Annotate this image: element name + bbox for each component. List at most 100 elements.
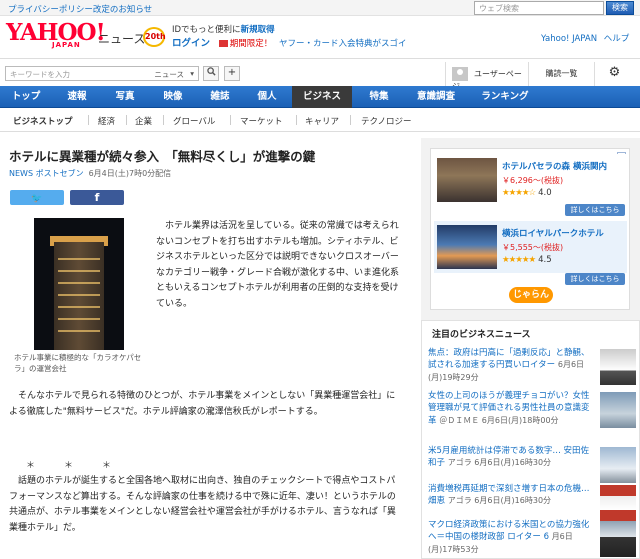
- nav-feature[interactable]: 特集: [357, 86, 401, 108]
- nav-survey[interactable]: 意識調査: [406, 86, 466, 108]
- toolbar: キーワードを入力 ニュース + ユーザーページ 購読一覧 ⚙: [0, 58, 640, 91]
- news-meta: ＠ＤＩＭＥ 6月6日(月)18時00分: [439, 415, 559, 425]
- subnav-career[interactable]: キャリア: [305, 115, 339, 127]
- news-item[interactable]: マクロ経済政策における米国との協力強化へ＝中国の楼財政部 ロイター 6 月6日(…: [428, 519, 638, 559]
- window-light: [58, 318, 100, 320]
- photo-caption: ホテル事業に積極的な「カラオケパセラ」の運営会社: [14, 353, 142, 373]
- user-page-link[interactable]: ユーザーページ: [445, 62, 528, 91]
- ad-hotel-card[interactable]: 横浜ロイヤルパークホテル ￥5,555〜(税抜) ★★★★★ 4.5: [434, 221, 627, 273]
- news-item[interactable]: 女性の上司のほうが義理チョコがい？女性管理職が見て評価される男性社員の意識変革 …: [428, 390, 638, 430]
- news-heading: 注目のビジネスニュース: [432, 330, 531, 340]
- service-name[interactable]: ニュース: [98, 30, 145, 47]
- divider: [350, 115, 351, 125]
- jalan-logo[interactable]: じゃらん: [509, 287, 553, 303]
- article-source[interactable]: NEWS ポストセブン: [9, 169, 84, 178]
- gear-icon[interactable]: ⚙: [594, 62, 634, 86]
- subnav-companies[interactable]: 企業: [135, 115, 152, 127]
- divider: [88, 115, 89, 125]
- news-thumbnail[interactable]: [600, 447, 636, 483]
- article-meta: NEWS ポストセブン 6月4日(土)7時0分配信: [9, 168, 171, 179]
- subnav-business-top[interactable]: ビジネストップ: [13, 115, 73, 127]
- twitter-icon: 🐦: [31, 194, 43, 204]
- details-button[interactable]: 詳しくはこちら: [565, 204, 625, 216]
- category-select[interactable]: ニュース: [154, 69, 193, 80]
- window-light: [58, 330, 100, 332]
- header-links: Yahoo! JAPAN ヘルプ: [537, 32, 629, 44]
- ad-hotel-card[interactable]: ホテルパセラの森 横浜関内 ￥6,296〜(税抜) ★★★★☆ 4.0: [434, 154, 627, 206]
- hotel-ad[interactable]: i ホテルパセラの森 横浜関内 ￥6,296〜(税抜) ★★★★☆4.0 詳しく…: [430, 148, 630, 310]
- subnav-global[interactable]: グローバル: [173, 115, 215, 127]
- divider: [163, 115, 164, 125]
- divider: [296, 115, 297, 125]
- yahoo-logo[interactable]: YAHOO! JAPAN: [6, 21, 106, 49]
- add-icon[interactable]: +: [224, 66, 240, 81]
- hotel-name[interactable]: ホテルパセラの森 横浜関内: [502, 160, 607, 172]
- news-thumbnail[interactable]: [600, 392, 636, 428]
- notice-link[interactable]: プライバシーポリシー改定のお知らせ: [8, 3, 152, 15]
- article-paragraph: 話題のホテルが誕生すると全国各地へ取材に出向き、独自のチェックシートで得点やコス…: [9, 476, 396, 533]
- article-date: 6月4日(土)7時0分配信: [88, 169, 172, 178]
- limited-link[interactable]: 期間限定！: [230, 39, 273, 49]
- divider: [126, 115, 127, 125]
- hotel-name[interactable]: 横浜ロイヤルパークホテル: [502, 227, 604, 239]
- nav-top[interactable]: トップ: [4, 86, 48, 108]
- nav-personal[interactable]: 個人: [246, 86, 288, 108]
- subnav-economy[interactable]: 経済: [98, 115, 115, 127]
- subscription-link[interactable]: 購読一覧: [528, 62, 594, 86]
- nav-photo[interactable]: 写真: [104, 86, 146, 108]
- article-paragraph: そんなホテルで見られる特徴のひとつが、ホテル事業をメインとしない「異業種運営会社…: [9, 391, 396, 417]
- article-title: ホテルに異業種が続々参入 「無料尽くし」が進撃の鍵: [9, 149, 316, 164]
- article-lead: ホテル業界は活況を呈している。従来の常識では考えられないコンセプトを打ち出すホテ…: [156, 221, 400, 309]
- yahoo-japan-link[interactable]: Yahoo! JAPAN: [541, 34, 597, 44]
- nav-breaking[interactable]: 速報: [56, 86, 98, 108]
- avatar-icon: [452, 67, 468, 81]
- help-link[interactable]: ヘルプ: [604, 34, 630, 44]
- card-icon: [218, 40, 228, 47]
- logo-sub: JAPAN: [52, 41, 81, 49]
- keyword-placeholder: キーワードを入力: [10, 70, 70, 79]
- twitter-share-button[interactable]: 🐦: [10, 190, 64, 205]
- star-rating-icon: ★★★★☆: [502, 188, 536, 198]
- facebook-share-button[interactable]: f: [70, 190, 124, 205]
- anniversary-badge: 20th: [143, 27, 166, 47]
- subnav-market[interactable]: マーケット: [240, 115, 283, 127]
- news-thumbnail[interactable]: [600, 485, 636, 521]
- section-separator: ＊ ＊ ＊: [26, 461, 122, 471]
- web-search-button[interactable]: 検索: [606, 1, 634, 15]
- hotel-rating: ★★★★★ 4.5: [502, 255, 552, 265]
- window-light: [58, 258, 100, 260]
- nav-video[interactable]: 映像: [152, 86, 194, 108]
- nav-magazine[interactable]: 雑誌: [199, 86, 241, 108]
- news-thumbnail[interactable]: [600, 349, 636, 385]
- subnav-technology[interactable]: テクノロジー: [361, 115, 412, 127]
- news-item[interactable]: 焦点：政府は円高に「過剰反応」と静観、試される加速する円買いロイター 6月6日(…: [428, 347, 638, 387]
- nav-business[interactable]: ビジネス: [292, 86, 352, 108]
- window-light: [58, 306, 100, 308]
- sub-nav: ビジネストップ 経済 企業 グローバル マーケット キャリア テクノロジー: [0, 110, 640, 132]
- nav-ranking[interactable]: ランキング: [472, 86, 538, 108]
- hotel-price: ￥5,555〜(税抜): [502, 243, 564, 252]
- search-icon[interactable]: [203, 66, 219, 81]
- login-area: IDでもっと便利に新規取得 ログイン 期間限定！ ヤフー・カード入会特典がスゴイ: [172, 24, 406, 51]
- window-light: [58, 294, 100, 296]
- web-search-input[interactable]: ウェブ検索: [474, 1, 604, 15]
- login-link[interactable]: ログイン: [172, 38, 210, 49]
- card-promo-link[interactable]: ヤフー・カード入会特典がスゴイ: [279, 39, 407, 49]
- news-thumbnail[interactable]: [600, 521, 636, 557]
- news-item[interactable]: 米5月雇用統計は停滞である数字… 安田佐和子 アゴラ 6月6日(月)16時30分: [428, 445, 638, 485]
- news-item[interactable]: 消費増税再延期で深刻さ増す日本の危機… 畑恵 アゴラ 6月6日(月)16時30分: [428, 483, 638, 523]
- id-promo-text: IDでもっと便利に: [172, 25, 241, 35]
- window-light: [58, 270, 100, 272]
- hotel-rating: ★★★★☆ 4.0: [502, 188, 552, 198]
- register-link[interactable]: 新規取得: [241, 25, 275, 35]
- hotel-image[interactable]: [437, 158, 497, 202]
- article-photo[interactable]: [34, 218, 124, 350]
- star-rating-icon: ★★★★★: [502, 255, 536, 265]
- keyword-input[interactable]: キーワードを入力 ニュース: [5, 66, 199, 81]
- business-news-box: 注目のビジネスニュース 焦点：政府は円高に「過剰反応」と静観、試される加速する円…: [421, 320, 640, 559]
- hotel-image[interactable]: [437, 225, 497, 269]
- news-meta: アゴラ 6月6日(月)16時30分: [447, 458, 552, 468]
- facebook-icon: f: [94, 191, 100, 204]
- details-button[interactable]: 詳しくはこちら: [565, 273, 625, 285]
- hotel-score: 4.0: [538, 188, 552, 198]
